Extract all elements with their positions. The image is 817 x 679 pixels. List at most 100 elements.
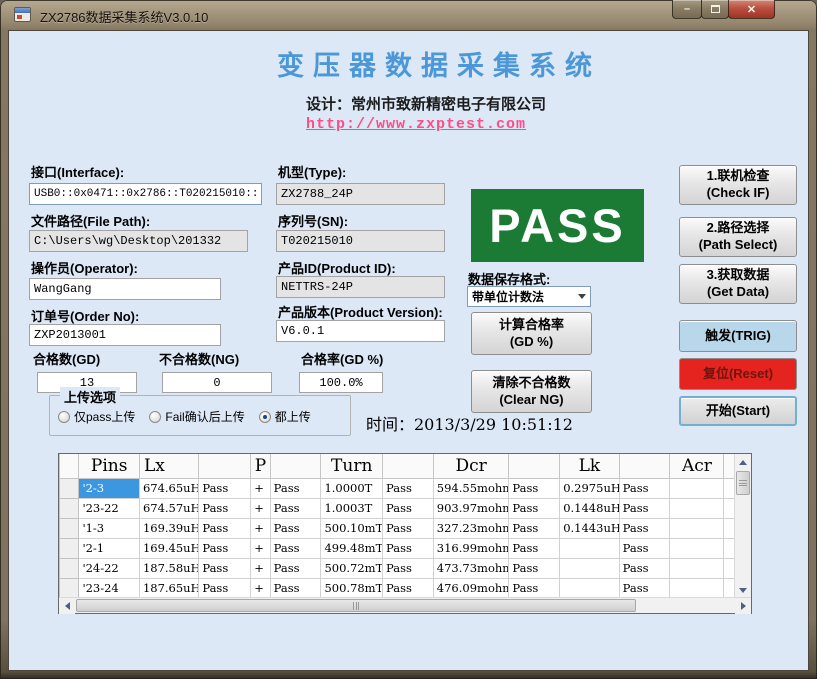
row-header[interactable] bbox=[60, 518, 79, 538]
row-header[interactable] bbox=[60, 538, 79, 558]
type-field[interactable]: ZX2788_24P bbox=[276, 183, 445, 205]
table-cell[interactable]: Pass bbox=[270, 478, 321, 498]
table-cell[interactable]: Pass bbox=[383, 498, 434, 518]
table-cell[interactable]: 500.78mT bbox=[321, 578, 383, 598]
horizontal-scroll-thumb[interactable] bbox=[76, 599, 636, 612]
table-cell[interactable]: 1.0000T bbox=[321, 478, 383, 498]
scroll-right-icon[interactable] bbox=[735, 598, 751, 614]
table-cell[interactable]: 499.48mT bbox=[321, 538, 383, 558]
row-header[interactable] bbox=[60, 498, 79, 518]
table-cell[interactable]: Pass bbox=[383, 518, 434, 538]
row-header[interactable] bbox=[60, 478, 79, 498]
vertical-scrollbar[interactable] bbox=[734, 454, 751, 598]
table-cell[interactable]: '2-3 bbox=[79, 478, 140, 498]
table-cell[interactable]: + bbox=[251, 518, 270, 538]
table-cell[interactable]: + bbox=[251, 558, 270, 578]
column-header-dcr[interactable]: Dcr bbox=[433, 454, 509, 478]
table-cell[interactable] bbox=[670, 498, 724, 518]
table-cell[interactable]: Pass bbox=[619, 518, 670, 538]
column-header-p[interactable]: P bbox=[251, 454, 270, 478]
table-cell[interactable]: '24-22 bbox=[79, 558, 140, 578]
table-cell[interactable]: Pass bbox=[199, 558, 251, 578]
table-cell[interactable]: Pass bbox=[509, 518, 560, 538]
table-cell[interactable]: 674.65uH bbox=[139, 478, 198, 498]
table-cell[interactable]: 187.58uH bbox=[139, 558, 198, 578]
save-format-combo[interactable]: 带单位计数法 bbox=[467, 286, 591, 307]
table-cell[interactable] bbox=[670, 558, 724, 578]
table-cell[interactable]: Pass bbox=[383, 478, 434, 498]
row-header[interactable] bbox=[60, 578, 79, 598]
table-cell[interactable]: '2-1 bbox=[79, 538, 140, 558]
table-cell[interactable] bbox=[560, 538, 619, 558]
column-header-blank[interactable] bbox=[270, 454, 321, 478]
column-header-acr[interactable]: Acr bbox=[670, 454, 724, 478]
table-cell[interactable]: Pass bbox=[383, 538, 434, 558]
table-cell[interactable]: 0.1443uH bbox=[560, 518, 619, 538]
table-cell[interactable]: Pass bbox=[270, 498, 321, 518]
horizontal-scrollbar[interactable] bbox=[59, 597, 751, 613]
table-cell[interactable]: 674.57uH bbox=[139, 498, 198, 518]
table-cell[interactable]: Pass bbox=[199, 578, 251, 598]
product-version-field[interactable]: V6.0.1 bbox=[276, 320, 445, 342]
table-cell[interactable]: Pass bbox=[199, 518, 251, 538]
table-cell[interactable]: Pass bbox=[199, 498, 251, 518]
table-cell[interactable]: Pass bbox=[383, 578, 434, 598]
radio-pass-only[interactable]: 仅pass上传 bbox=[58, 408, 135, 425]
column-header-turn[interactable]: Turn bbox=[321, 454, 383, 478]
interface-combo[interactable]: USB0::0x0471::0x2786::T020215010::: bbox=[29, 183, 262, 205]
table-cell[interactable]: 327.23mohm bbox=[433, 518, 509, 538]
table-cell[interactable]: Pass bbox=[509, 478, 560, 498]
reset-button[interactable]: 复位(Reset) bbox=[679, 358, 797, 390]
table-cell[interactable]: Pass bbox=[619, 538, 670, 558]
column-header-blank[interactable] bbox=[383, 454, 434, 478]
table-cell[interactable]: + bbox=[251, 578, 270, 598]
table-cell[interactable]: + bbox=[251, 498, 270, 518]
table-cell[interactable] bbox=[670, 538, 724, 558]
product-id-field[interactable]: NETTRS-24P bbox=[276, 276, 445, 298]
table-cell[interactable] bbox=[560, 558, 619, 578]
column-header-lk[interactable]: Lk bbox=[560, 454, 619, 478]
website-link[interactable]: http://www.zxptest.com bbox=[306, 116, 526, 133]
maximize-button[interactable] bbox=[701, 0, 729, 19]
table-cell[interactable]: Pass bbox=[509, 498, 560, 518]
calc-rate-button[interactable]: 计算合格率 (GD %) bbox=[471, 312, 592, 355]
check-if-button[interactable]: 1.联机检查 (Check IF) bbox=[679, 165, 797, 205]
table-cell[interactable]: '23-22 bbox=[79, 498, 140, 518]
file-path-field[interactable]: C:\Users\wg\Desktop\201332 bbox=[29, 230, 248, 252]
table-cell[interactable]: Pass bbox=[270, 518, 321, 538]
trig-button[interactable]: 触发(TRIG) bbox=[679, 320, 797, 352]
table-cell[interactable]: 187.65uH bbox=[139, 578, 198, 598]
minimize-button[interactable]: – bbox=[672, 0, 702, 19]
table-cell[interactable]: 169.45uH bbox=[139, 538, 198, 558]
table-cell[interactable]: 500.72mT bbox=[321, 558, 383, 578]
gd-rate-field[interactable]: 100.0% bbox=[299, 372, 383, 393]
get-data-button[interactable]: 3.获取数据 (Get Data) bbox=[679, 264, 797, 304]
scroll-left-icon[interactable] bbox=[59, 598, 75, 614]
table-cell[interactable]: Pass bbox=[619, 578, 670, 598]
row-header[interactable] bbox=[60, 558, 79, 578]
table-cell[interactable]: Pass bbox=[509, 578, 560, 598]
table-cell[interactable]: 316.99mohm bbox=[433, 538, 509, 558]
operator-field[interactable]: WangGang bbox=[29, 278, 221, 300]
path-select-button[interactable]: 2.路径选择 (Path Select) bbox=[679, 217, 797, 257]
table-cell[interactable]: '23-24 bbox=[79, 578, 140, 598]
table-cell[interactable]: Pass bbox=[270, 578, 321, 598]
table-cell[interactable]: Pass bbox=[383, 558, 434, 578]
column-header-pins[interactable]: Pins bbox=[79, 454, 140, 478]
column-header-blank[interactable] bbox=[619, 454, 670, 478]
table-cell[interactable]: 473.73mohm bbox=[433, 558, 509, 578]
table-cell[interactable]: 476.09mohm bbox=[433, 578, 509, 598]
vertical-scroll-thumb[interactable] bbox=[736, 471, 750, 495]
table-cell[interactable]: 903.97mohm bbox=[433, 498, 509, 518]
scroll-up-icon[interactable] bbox=[735, 454, 751, 470]
table-cell[interactable]: 500.10mT bbox=[321, 518, 383, 538]
table-cell[interactable]: Pass bbox=[270, 558, 321, 578]
table-cell[interactable] bbox=[670, 478, 724, 498]
column-header-blank[interactable] bbox=[60, 454, 79, 478]
radio-fail-confirm[interactable]: Fail确认后上传 bbox=[149, 408, 244, 425]
table-cell[interactable]: + bbox=[251, 538, 270, 558]
scroll-down-icon[interactable] bbox=[735, 582, 751, 598]
table-cell[interactable]: 0.2975uH bbox=[560, 478, 619, 498]
table-cell[interactable]: + bbox=[251, 478, 270, 498]
clear-ng-button[interactable]: 清除不合格数 (Clear NG) bbox=[471, 370, 592, 413]
